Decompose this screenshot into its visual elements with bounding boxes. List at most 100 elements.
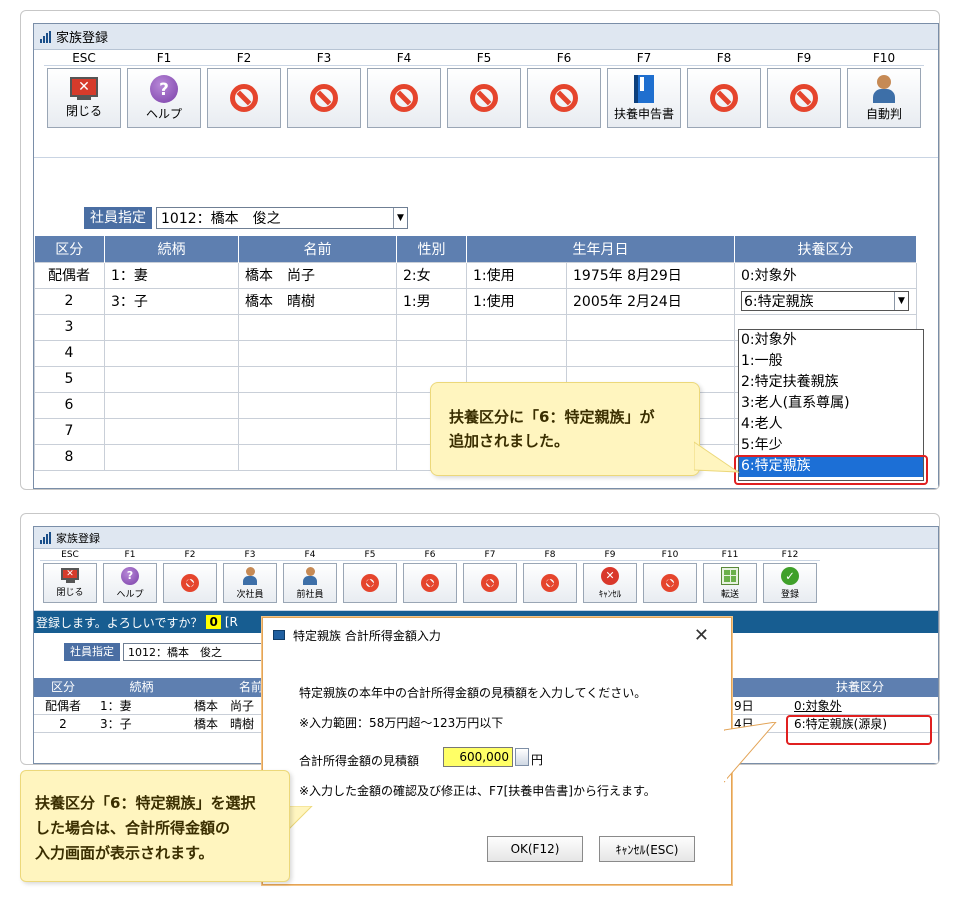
dropdown-option[interactable]: 1:一般 (739, 351, 923, 372)
cell-sex (396, 313, 467, 341)
toolbar-button-f2[interactable] (163, 563, 217, 603)
cancel-button[interactable]: ｷｬﾝｾﾙ(ESC) (599, 836, 695, 862)
employee-select[interactable]: 1012：橋本 俊之 ▼ (156, 207, 408, 229)
chevron-down-icon[interactable]: ▼ (894, 292, 908, 310)
toolbar-slot-esc: ESC ✕ 閉じる (44, 50, 124, 157)
toolbar-slot-f7: F7 扶養申告書 (604, 50, 684, 157)
toolbar-button-esc[interactable]: ✕ 閉じる (47, 68, 121, 128)
fkey-label-f6: F6 (524, 50, 604, 66)
fuyou-select[interactable]: 6:特定親族 ▼ (741, 291, 909, 311)
callout2-line-1: 扶養区分「6：特定親族」を選択 (35, 794, 256, 812)
cell-birthdate (566, 313, 735, 341)
disabled-icon (661, 574, 679, 592)
app-icon (40, 30, 52, 43)
toolbar-button-f12[interactable]: ✓ 登録 (763, 563, 817, 603)
toolbar-button-f8[interactable] (523, 563, 577, 603)
toolbar-button-f8[interactable] (687, 68, 761, 128)
toolbar-button-f9[interactable]: ✕ ｷｬﾝｾﾙ (583, 563, 637, 603)
income-input[interactable]: 600,000 (443, 747, 513, 767)
toolbar-button-f6[interactable] (403, 563, 457, 603)
dropdown-option[interactable]: 3:老人(直系尊属) (739, 393, 923, 414)
fkey-label-f7: F7 (604, 50, 684, 66)
panel-1: 家族登録 ESC ✕ 閉じる F1? ヘルプ F2 F3 F4 F5 F6 F7 扶養申告書 F8 F9 F… (20, 10, 940, 490)
fkey-label-f10: F10 (844, 50, 924, 66)
status-value[interactable]: 0 (206, 615, 221, 629)
chevron-down-icon[interactable]: ▼ (393, 208, 407, 228)
toolbar-slot-f4: F4 前社員 (280, 549, 340, 610)
cell-name (238, 339, 397, 367)
toolbar-button-f1[interactable]: ? ヘルプ (103, 563, 157, 603)
cell-fuyou[interactable]: 0:対象外 (734, 261, 917, 289)
employee-select-2[interactable]: 1012：橋本 俊之 (123, 643, 273, 661)
calculator-icon[interactable] (515, 748, 529, 766)
dropdown-option[interactable]: 5:年少 (739, 435, 923, 456)
toolbar-slot-f7: F7 (460, 549, 520, 610)
toolbar-button-esc[interactable]: ✕ 閉じる (43, 563, 97, 603)
fkey-label-esc: ESC (40, 549, 100, 561)
fkey-label-f2: F2 (204, 50, 284, 66)
toolbar-button-f7[interactable]: 扶養申告書 (607, 68, 681, 128)
table-row[interactable]: 配偶者 1：妻 橋本 尚子 2:女 1:使用 1975年 8月29日 0:対象外 (34, 261, 917, 289)
toolbar-button-f7[interactable] (463, 563, 517, 603)
cell-kubun: 4 (34, 339, 105, 367)
cell-kubun: 6 (34, 391, 105, 419)
cell-kubun: 5 (34, 365, 105, 393)
toolbar-button-f4[interactable] (367, 68, 441, 128)
fkey-label-f2: F2 (160, 549, 220, 561)
people-icon (870, 74, 898, 103)
callout-pointer-2 (286, 806, 313, 833)
callout-line-1: 扶養区分に「6：特定親族」が (449, 408, 655, 426)
fkey-label-f8: F8 (684, 50, 764, 66)
disabled-icon (181, 574, 199, 592)
close-icon[interactable]: ✕ (694, 625, 709, 646)
cell-relation (104, 443, 239, 471)
toolbar-button-f4[interactable]: 前社員 (283, 563, 337, 603)
toolbar-button-f5[interactable] (447, 68, 521, 128)
toolbar-button-f3[interactable] (287, 68, 361, 128)
toolbar-button-f3[interactable]: 次社員 (223, 563, 277, 603)
cell-fuyou[interactable]: 6:特定親族 ▼ (734, 287, 917, 315)
cell-birthdate: 2005年 2月24日 (566, 287, 735, 315)
toolbar-button-f11[interactable]: 転送 (703, 563, 757, 603)
toolbar-slot-f9: F9 (764, 50, 844, 157)
help-icon: ? (121, 566, 139, 585)
next-employee-icon (241, 566, 259, 585)
header-name: 名前 (238, 236, 397, 262)
table-row[interactable]: 2 3：子 橋本 晴樹 1:男 1:使用 2005年 2月24日 6:特定親族 ▼ (34, 287, 917, 315)
ok-button[interactable]: OK(F12) (487, 836, 583, 862)
fkey-label-esc: ESC (44, 50, 124, 66)
toolbar-button-f10[interactable] (643, 563, 697, 603)
toolbar-button-f5[interactable] (343, 563, 397, 603)
cell-kubun: 7 (34, 417, 105, 445)
dialog-note: ※入力した金額の確認及び修正は、F7[扶養申告書]から行えます。 (299, 784, 656, 798)
check-icon: ✓ (781, 566, 799, 585)
toolbar-slot-f2: F2 (204, 50, 284, 157)
employee-value-2: 1012：橋本 俊之 (128, 646, 222, 659)
cell-era: 1:使用 (466, 287, 567, 315)
employee-value: 1012：橋本 俊之 (161, 211, 281, 227)
toolbar-button-f10[interactable]: 自動判 (847, 68, 921, 128)
family-registration-window: 家族登録 ESC ✕ 閉じる F1? ヘルプ F2 F3 F4 F5 F6 F7 扶養申告書 F8 F9 F… (33, 23, 939, 489)
toolbar-slot-f1: F1? ヘルプ (100, 549, 160, 610)
cell-name: 橋本 晴樹 (238, 287, 397, 315)
callout-pointer (694, 441, 740, 473)
dropdown-option[interactable]: 0:対象外 (739, 330, 923, 351)
cell-kubun: 3 (34, 313, 105, 341)
cell-name (238, 443, 397, 471)
cell-relation: 3：子 (104, 287, 239, 315)
table-header-row: 区分 続柄 名前 性別 生年月日 扶養区分 (34, 236, 917, 262)
toolbar-button-f9[interactable] (767, 68, 841, 128)
function-key-toolbar-2: ESC ✕ 閉じる F1? ヘルプ F2 F3 次社員 F4 前社員 F5 F6 F7 F8 F9 ✕ ｷｬﾝｾ… (34, 549, 938, 611)
toolbar-slot-esc: ESC ✕ 閉じる (40, 549, 100, 610)
toolbar-slot-f3: F3 (284, 50, 364, 157)
toolbar-button-f6[interactable] (527, 68, 601, 128)
header-birthdate: 生年月日 (466, 236, 735, 262)
dropdown-option[interactable]: 4:老人 (739, 414, 923, 435)
toolbar-button-f1[interactable]: ? ヘルプ (127, 68, 201, 128)
dropdown-option[interactable]: 2:特定扶養親族 (739, 372, 923, 393)
cell-fuyou: 0:対象外 (794, 699, 842, 713)
toolbar-slot-f10: F10 自動判 (844, 50, 924, 157)
fkey-label-f4: F4 (280, 549, 340, 561)
toolbar-button-f2[interactable] (207, 68, 281, 128)
toolbar-button-label: ヘルプ (145, 106, 182, 121)
